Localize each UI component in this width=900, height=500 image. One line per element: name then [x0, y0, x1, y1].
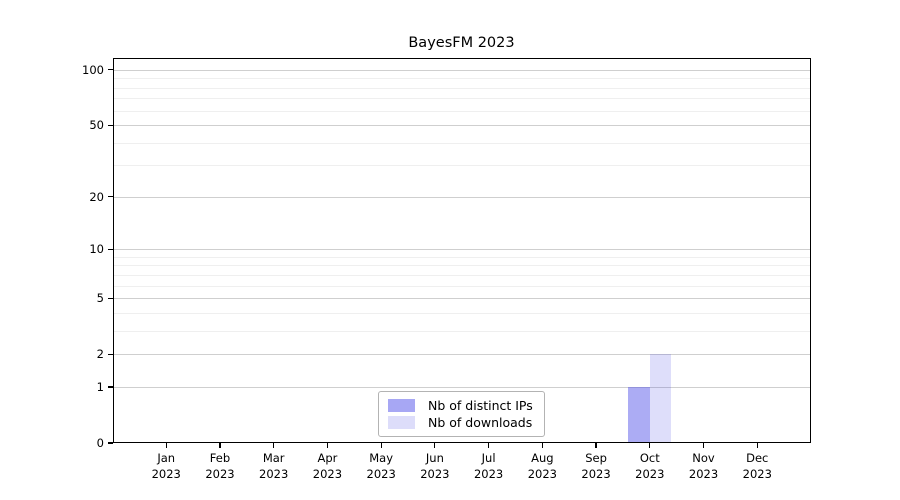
y-tick-label-2: 2	[96, 347, 104, 362]
y-tick-5	[108, 297, 113, 299]
y-tick-100	[108, 69, 113, 71]
x-tick-jul	[488, 443, 490, 448]
x-tick-oct	[649, 443, 651, 448]
gridline-major-2	[113, 354, 810, 356]
legend: Nb of distinct IPs Nb of downloads	[378, 391, 545, 437]
x-tick-jan	[165, 443, 167, 448]
gridline-minor-8	[113, 265, 810, 267]
bar-nb-of-distinct-ips-oct-2023	[628, 386, 650, 442]
legend-swatch-downloads	[388, 416, 415, 429]
gridline-minor-6	[113, 285, 810, 287]
x-tick-dec	[756, 443, 758, 448]
chart-canvas: BayesFM 2023 Nb of distinct IPs Nb of do…	[0, 0, 900, 500]
y-tick-label-20: 20	[89, 189, 104, 204]
y-tick-label-50: 50	[89, 118, 104, 133]
legend-item-distinct-ips: Nb of distinct IPs	[388, 399, 535, 412]
gridline-minor-7	[113, 274, 810, 276]
gridline-major-1	[113, 386, 810, 388]
gridline-minor-60	[113, 110, 810, 112]
y-tick-20	[108, 196, 113, 198]
x-tick-label-dec-2023: Dec 2023	[742, 451, 772, 481]
x-tick-apr	[326, 443, 328, 448]
x-tick-feb	[219, 443, 221, 448]
y-tick-1	[108, 386, 113, 388]
x-tick-jun	[434, 443, 436, 448]
y-tick-label-5: 5	[96, 291, 104, 306]
gridline-minor-9	[113, 256, 810, 258]
plot-area	[112, 58, 811, 443]
gridline-minor-90	[113, 78, 810, 80]
y-tick-label-10: 10	[89, 242, 104, 257]
gridline-minor-30	[113, 165, 810, 167]
x-tick-aug	[541, 443, 543, 448]
y-tick-10	[108, 248, 113, 250]
y-tick-0	[108, 442, 113, 444]
x-tick-mar	[273, 443, 275, 448]
x-tick-sep	[595, 443, 597, 448]
x-tick-may	[380, 443, 382, 448]
legend-item-downloads: Nb of downloads	[388, 416, 535, 429]
chart-title: BayesFM 2023	[408, 35, 515, 51]
legend-label-distinct-ips: Nb of distinct IPs	[428, 398, 533, 413]
y-tick-label-100: 100	[82, 62, 104, 77]
gridline-major-100	[113, 69, 810, 71]
y-tick-2	[108, 353, 113, 355]
gridline-major-10	[113, 249, 810, 251]
gridline-major-5	[113, 298, 810, 300]
gridline-major-50	[113, 125, 810, 127]
gridline-major-20	[113, 196, 810, 198]
y-tick-label-0: 0	[96, 436, 104, 450]
gridline-minor-70	[113, 98, 810, 100]
y-tick-50	[108, 124, 113, 126]
gridline-minor-3	[113, 330, 810, 332]
y-tick-label-1: 1	[96, 379, 104, 394]
gridline-minor-40	[113, 142, 810, 144]
gridline-minor-4	[113, 312, 810, 314]
x-tick-nov	[702, 443, 705, 448]
gridline-minor-80	[113, 87, 810, 89]
legend-swatch-distinct-ips	[388, 399, 415, 412]
legend-label-downloads: Nb of downloads	[428, 415, 533, 430]
bar-nb-of-downloads-oct-2023	[649, 354, 672, 442]
